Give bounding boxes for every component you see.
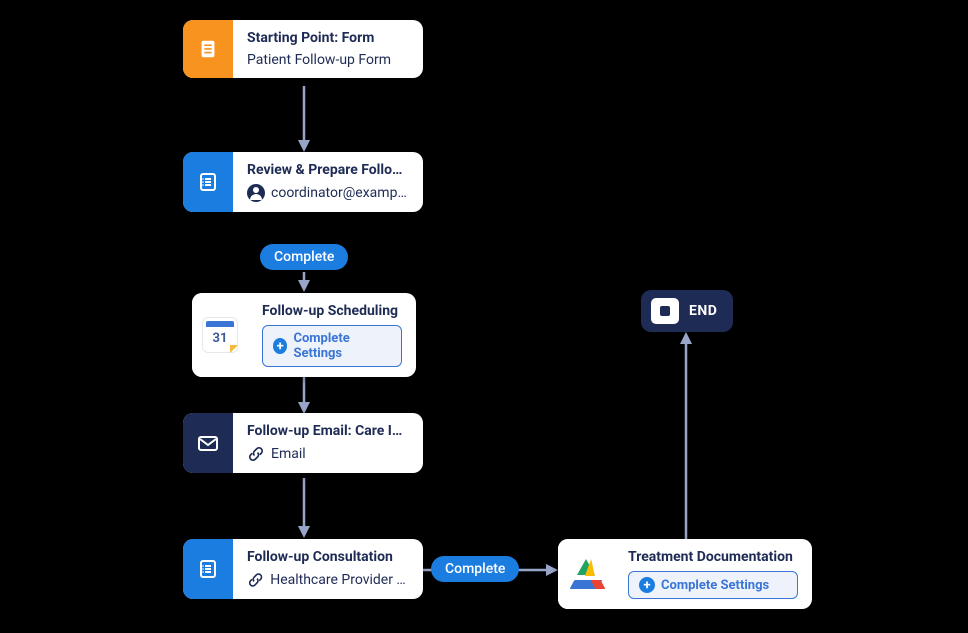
- node-scheduling[interactable]: 31 Follow-up Scheduling + Complete Setti…: [192, 293, 416, 377]
- calendar-icon: 31: [192, 293, 248, 377]
- node-email-title: Follow-up Email: Care Instru...: [247, 423, 409, 439]
- node-start-form[interactable]: Starting Point: Form Patient Follow-up F…: [183, 20, 423, 78]
- end-label: END: [689, 303, 717, 319]
- arrow-treatment-to-end: [680, 332, 692, 542]
- arrow-start-to-review: [298, 86, 310, 152]
- node-end: END: [641, 290, 733, 332]
- stop-icon: [651, 298, 679, 324]
- link-icon: [247, 571, 264, 589]
- person-icon: [247, 184, 265, 202]
- node-treatment-title: Treatment Documentation: [628, 549, 798, 565]
- node-start-title: Starting Point: Form: [247, 30, 409, 46]
- node-consult[interactable]: Follow-up Consultation Healthcare Provid…: [183, 539, 423, 599]
- arrow-review-to-scheduling: [298, 272, 310, 292]
- drive-icon: [558, 539, 614, 609]
- node-review-subtitle: coordinator@example...: [271, 185, 409, 201]
- form-icon: [183, 20, 233, 78]
- node-treatment[interactable]: Treatment Documentation + Complete Setti…: [558, 539, 812, 609]
- node-email-subtitle: Email: [271, 446, 306, 462]
- plus-icon: +: [273, 338, 287, 354]
- pill-complete-2: Complete: [431, 556, 519, 582]
- node-consult-subtitle: Healthcare Provider E...: [270, 572, 409, 588]
- node-scheduling-title: Follow-up Scheduling: [262, 303, 402, 319]
- plus-icon: +: [639, 577, 655, 593]
- complete-settings-button-treatment[interactable]: + Complete Settings: [628, 571, 798, 599]
- node-email[interactable]: Follow-up Email: Care Instru... Email: [183, 413, 423, 473]
- node-start-subtitle: Patient Follow-up Form: [247, 52, 391, 68]
- node-review[interactable]: Review & Prepare Follow-up ... coordinat…: [183, 152, 423, 212]
- checklist-icon: [183, 539, 233, 599]
- node-review-title: Review & Prepare Follow-up ...: [247, 162, 409, 178]
- link-icon: [247, 445, 265, 463]
- complete-settings-button-scheduling[interactable]: + Complete Settings: [262, 325, 402, 367]
- envelope-icon: [183, 413, 233, 473]
- pill-complete-1: Complete: [260, 244, 348, 270]
- arrow-email-to-consult: [298, 478, 310, 538]
- node-consult-title: Follow-up Consultation: [247, 549, 409, 565]
- checklist-icon: [183, 152, 233, 212]
